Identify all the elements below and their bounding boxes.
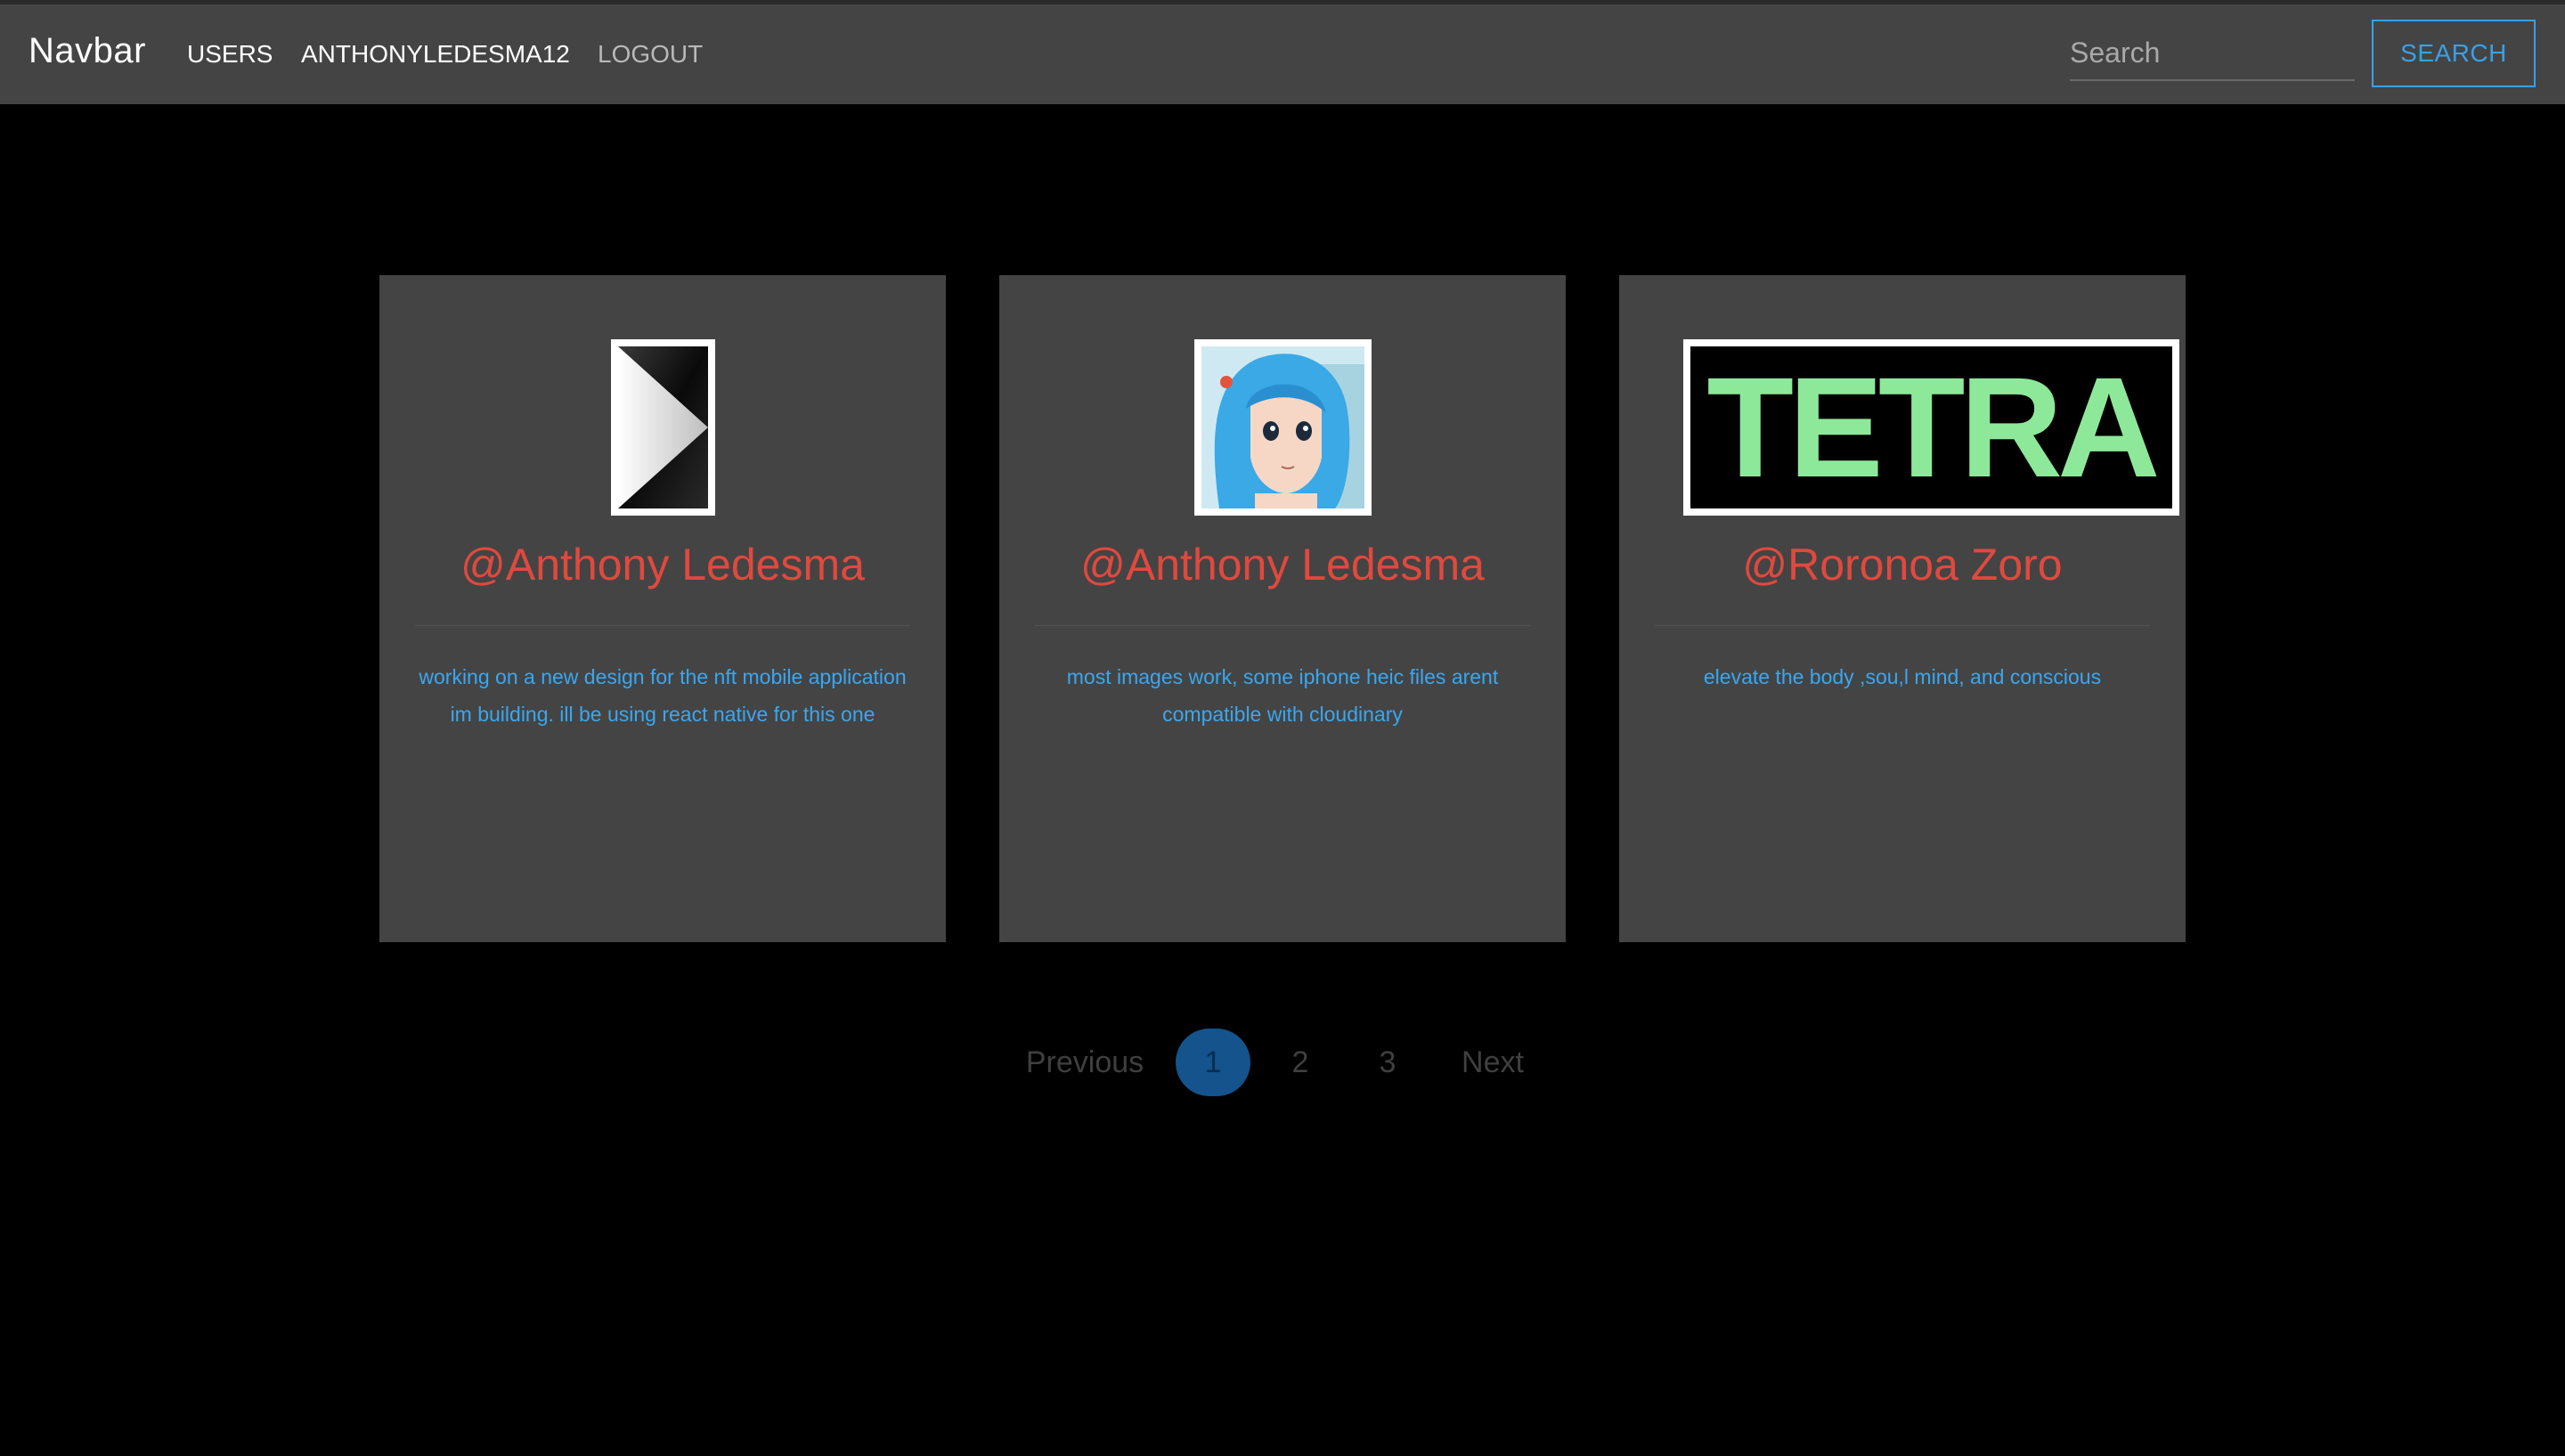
- divider: [1655, 625, 2150, 626]
- search-button[interactable]: SEARCH: [2372, 20, 2536, 87]
- avatar[interactable]: [611, 339, 715, 516]
- user-bio: elevate the body ,sou,l mind, and consci…: [1703, 665, 2102, 688]
- user-bio: working on a new design for the nft mobi…: [419, 665, 907, 726]
- search-input[interactable]: [2070, 26, 2355, 81]
- nav-link-profile[interactable]: ANTHONYLEDESMA12: [301, 40, 570, 69]
- pagination-page-1[interactable]: 1: [1176, 1029, 1250, 1096]
- user-bio: most images work, some iphone heic files…: [1066, 665, 1499, 726]
- pagination-page-2[interactable]: 2: [1274, 1029, 1327, 1096]
- navbar: Navbar USERS ANTHONYLEDESMA12 LOGOUT SEA…: [0, 4, 2565, 104]
- navbar-brand[interactable]: Navbar: [28, 31, 146, 71]
- username[interactable]: @Anthony Ledesma: [379, 539, 946, 590]
- username[interactable]: @Roronoa Zoro: [1619, 539, 2186, 590]
- nav-link-logout[interactable]: LOGOUT: [598, 40, 703, 69]
- user-card[interactable]: @Anthony Ledesma working on a new design…: [379, 275, 946, 942]
- pagination-previous[interactable]: Previous: [1015, 1029, 1154, 1096]
- nav-link-users[interactable]: USERS: [187, 40, 273, 69]
- divider: [1035, 625, 1530, 626]
- tetra-logo-text: TETRA: [1706, 347, 2157, 507]
- play-arrow-logo-icon: [618, 346, 708, 508]
- pagination: Previous 1 2 3 Next: [0, 1029, 2565, 1096]
- user-card[interactable]: @Anthony Ledesma most images work, some …: [999, 275, 1566, 942]
- avatar[interactable]: [1194, 339, 1372, 516]
- username[interactable]: @Anthony Ledesma: [999, 539, 1566, 590]
- tetra-logo-icon: TETRA: [1690, 346, 2172, 508]
- avatar[interactable]: TETRA: [1683, 339, 2179, 516]
- user-card[interactable]: TETRA @Roronoa Zoro elevate the body ,so…: [1619, 275, 2186, 942]
- pagination-next[interactable]: Next: [1448, 1029, 1537, 1096]
- anime-girl-avatar-icon: [1201, 346, 1364, 508]
- pagination-page-3[interactable]: 3: [1361, 1029, 1414, 1096]
- divider: [415, 625, 910, 626]
